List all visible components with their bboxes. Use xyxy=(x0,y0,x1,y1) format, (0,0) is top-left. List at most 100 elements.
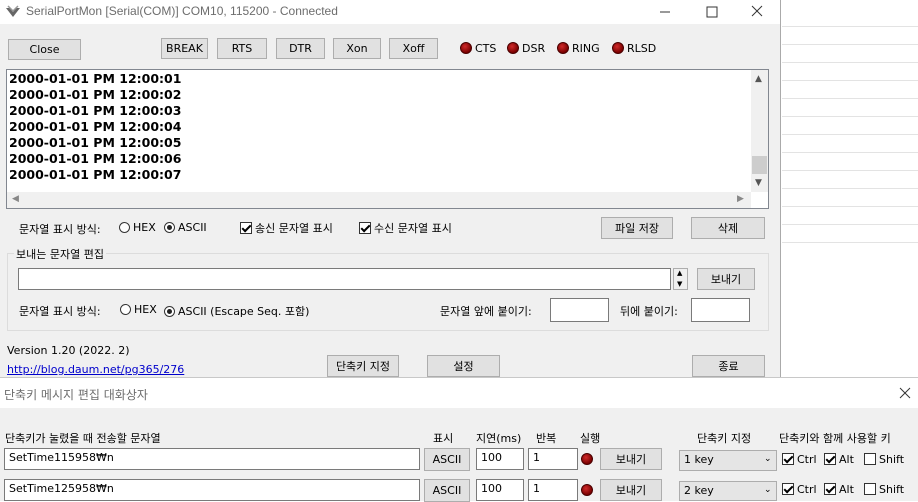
spin-up-icon[interactable]: ▲ xyxy=(677,269,682,277)
header-message: 단축키가 눌렸을 때 전송할 문자열 xyxy=(5,432,161,445)
rts-button[interactable]: RTS xyxy=(217,38,267,59)
show-sent-checkbox[interactable]: 송신 문자열 표시 xyxy=(240,220,333,236)
maximize-icon[interactable] xyxy=(702,4,722,20)
message-input[interactable]: SetTime125958₩n xyxy=(4,479,420,501)
radio-selected-icon xyxy=(164,306,175,317)
horizontal-scrollbar[interactable]: ◀ ▶ xyxy=(7,192,751,208)
row-send-button[interactable]: 보내기 xyxy=(600,448,662,470)
shortcut-dialog: 단축키 메시지 편집 대화상자 단축키가 눌렸을 때 전송할 문자열 표시 지연… xyxy=(0,377,918,502)
delay-input[interactable]: 100 xyxy=(476,479,524,501)
repeat-input[interactable]: 1 xyxy=(528,479,578,501)
scroll-up-icon[interactable]: ▲ xyxy=(755,74,762,84)
delete-button[interactable]: 삭제 xyxy=(691,217,765,239)
shift-checkbox[interactable]: Shift xyxy=(864,453,904,466)
ctrl-label: Ctrl xyxy=(797,483,817,496)
shift-checkbox[interactable]: Shift xyxy=(864,483,904,496)
header-delay: 지연(ms) xyxy=(476,432,522,445)
chevron-down-icon: ⌄ xyxy=(764,485,772,495)
checkbox-icon xyxy=(864,483,876,495)
log-lines: 2000-01-01 PM 12:00:01 2000-01-01 PM 12:… xyxy=(9,71,749,183)
suffix-label: 뒤에 붙이기: xyxy=(620,305,678,318)
exit-button[interactable]: 종료 xyxy=(692,355,765,377)
shift-label: Shift xyxy=(879,483,905,496)
scroll-left-icon[interactable]: ◀ xyxy=(12,194,19,204)
version-text: Version 1.20 (2022. 2) xyxy=(7,344,130,357)
alt-checkbox[interactable]: Alt xyxy=(824,453,854,466)
app-icon xyxy=(5,5,21,19)
show-recv-label: 수신 문자열 표시 xyxy=(374,222,452,235)
main-window: SerialPortMon [Serial(COM)] COM10, 11520… xyxy=(0,0,781,380)
ctrl-label: Ctrl xyxy=(797,453,817,466)
break-button[interactable]: BREAK xyxy=(161,38,208,59)
log-line: 2000-01-01 PM 12:00:07 xyxy=(9,167,182,182)
save-file-button[interactable]: 파일 저장 xyxy=(601,217,673,239)
settings-button[interactable]: 설정 xyxy=(427,355,500,377)
log-view[interactable]: 2000-01-01 PM 12:00:01 2000-01-01 PM 12:… xyxy=(6,69,769,209)
prefix-label: 문자열 앞에 붙이기: xyxy=(440,305,532,318)
rlsd-led-icon xyxy=(612,42,624,54)
minimize-icon[interactable] xyxy=(655,4,675,20)
send-input[interactable] xyxy=(18,268,671,290)
radio-selected-icon xyxy=(164,222,175,233)
send-group-label: 보내는 문자열 편집 xyxy=(14,246,106,262)
prefix-input[interactable] xyxy=(550,298,609,322)
scroll-right-icon[interactable]: ▶ xyxy=(737,194,744,204)
header-modifiers: 단축키와 함께 사용할 키 xyxy=(779,432,891,445)
alt-checkbox[interactable]: Alt xyxy=(824,483,854,496)
log-line: 2000-01-01 PM 12:00:01 xyxy=(9,71,182,86)
close-button[interactable]: Close xyxy=(8,39,81,60)
dtr-button[interactable]: DTR xyxy=(276,38,325,59)
rlsd-label: RLSD xyxy=(627,42,657,55)
log-line: 2000-01-01 PM 12:00:05 xyxy=(9,135,182,150)
log-line: 2000-01-01 PM 12:00:04 xyxy=(9,119,182,134)
xoff-button[interactable]: Xoff xyxy=(389,38,438,59)
repeat-input[interactable]: 1 xyxy=(528,448,578,470)
radio-icon xyxy=(119,222,130,233)
key-select[interactable]: 1 key ⌄ xyxy=(679,450,777,471)
ctrl-checkbox[interactable]: Ctrl xyxy=(782,483,817,496)
send-hex-radio[interactable]: HEX xyxy=(120,303,157,316)
log-line: 2000-01-01 PM 12:00:06 xyxy=(9,151,182,166)
shift-label: Shift xyxy=(879,453,905,466)
send-spinner[interactable]: ▲ ▼ xyxy=(673,268,688,290)
alt-label: Alt xyxy=(839,453,854,466)
show-sent-label: 송신 문자열 표시 xyxy=(255,222,333,235)
scroll-down-icon[interactable]: ▼ xyxy=(755,178,762,188)
header-key: 단축키 지정 xyxy=(697,432,752,445)
window-title: SerialPortMon [Serial(COM)] COM10, 11520… xyxy=(26,4,338,18)
key-select[interactable]: 2 key ⌄ xyxy=(679,481,777,501)
dsr-led-icon xyxy=(507,42,519,54)
delay-input[interactable]: 100 xyxy=(476,448,524,470)
shortcut-button[interactable]: 단축키 지정 xyxy=(327,355,399,377)
send-button[interactable]: 보내기 xyxy=(697,268,755,290)
log-line: 2000-01-01 PM 12:00:03 xyxy=(9,103,182,118)
ascii-radio-label: ASCII xyxy=(178,221,207,234)
display-mode-button[interactable]: ASCII xyxy=(424,479,470,502)
blog-link[interactable]: http://blog.daum.net/pg365/276 xyxy=(7,363,184,376)
scroll-thumb[interactable] xyxy=(752,156,767,174)
send-group xyxy=(7,253,769,331)
xon-button[interactable]: Xon xyxy=(333,38,381,59)
message-input[interactable]: SetTime115958₩n xyxy=(4,448,420,470)
display-mode-button[interactable]: ASCII xyxy=(424,448,470,471)
header-repeat: 반복 xyxy=(536,432,557,445)
close-icon[interactable] xyxy=(747,4,767,20)
key-select-value: 1 key xyxy=(684,453,714,466)
send-ascii-label: ASCII (Escape Seq. 포함) xyxy=(178,305,310,318)
hex-radio-label: HEX xyxy=(133,221,156,234)
spin-down-icon[interactable]: ▼ xyxy=(677,280,682,288)
log-line: 2000-01-01 PM 12:00:02 xyxy=(9,87,182,102)
send-ascii-radio[interactable]: ASCII (Escape Seq. 포함) xyxy=(164,303,309,319)
ctrl-checkbox[interactable]: Ctrl xyxy=(782,453,817,466)
row-send-button[interactable]: 보내기 xyxy=(600,479,662,501)
ascii-radio[interactable]: ASCII xyxy=(164,221,207,234)
hex-radio[interactable]: HEX xyxy=(119,221,156,234)
show-recv-checkbox[interactable]: 수신 문자열 표시 xyxy=(359,220,452,236)
header-display: 표시 xyxy=(433,432,454,445)
dialog-close-icon[interactable] xyxy=(898,386,912,400)
send-mode-label: 문자열 표시 방식: xyxy=(19,305,101,318)
header-run: 실행 xyxy=(580,432,601,445)
vertical-scrollbar[interactable]: ▲ ▼ xyxy=(751,70,768,192)
display-mode-label: 문자열 표시 방식: xyxy=(19,223,101,236)
suffix-input[interactable] xyxy=(691,298,750,322)
